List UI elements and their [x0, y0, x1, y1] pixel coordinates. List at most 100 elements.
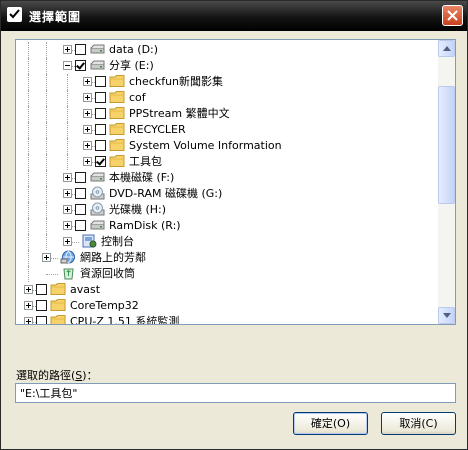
tree-item-label: 本機磁碟 (F:) [109, 171, 175, 184]
expand-toggle[interactable] [63, 173, 72, 182]
folder-icon [109, 154, 127, 170]
expand-toggle[interactable] [83, 77, 92, 86]
tree-item[interactable]: avast [16, 282, 437, 298]
tree-item-label: 控制台 [101, 235, 134, 248]
tree-item[interactable]: 工具包 [16, 154, 437, 170]
expand-toggle[interactable] [63, 45, 72, 54]
tree-item[interactable]: 網路上的芳鄰 [16, 250, 437, 266]
tree-item[interactable]: 資源回收筒 [16, 266, 437, 282]
folder-icon [109, 90, 127, 106]
close-icon [447, 10, 458, 21]
tree-guide-line [67, 74, 68, 90]
tree-item-label: System Volume Information [129, 139, 282, 152]
item-checkbox[interactable] [75, 44, 86, 55]
tree-item[interactable]: 分享 (E:) [16, 58, 437, 74]
scrollbar-thumb[interactable] [438, 86, 455, 204]
item-checkbox[interactable] [75, 60, 86, 71]
dialog-window: 選擇範圍 data (D:) 分享 (E:) checkfun新聞影集 cof PPSt… [0, 0, 468, 450]
expand-toggle[interactable] [24, 301, 33, 310]
tree-item[interactable]: CPU-Z 1.51 系統監測 [16, 314, 437, 324]
folder-icon [50, 298, 68, 314]
item-checkbox[interactable] [95, 124, 106, 135]
tree-item[interactable]: 控制台 [16, 234, 437, 250]
item-checkbox[interactable] [95, 92, 106, 103]
recycle-bin-icon [60, 266, 78, 282]
folder-icon [109, 138, 127, 154]
expand-toggle[interactable] [63, 221, 72, 230]
tree-item[interactable]: RamDisk (R:) [16, 218, 437, 234]
item-checkbox[interactable] [36, 300, 47, 311]
tree-item[interactable]: checkfun新聞影集 [16, 74, 437, 90]
tree-item-label: RECYCLER [129, 123, 186, 136]
cancel-button[interactable]: 取消(C) [381, 412, 456, 435]
arrow-up-icon [443, 46, 451, 51]
expand-toggle[interactable] [83, 141, 92, 150]
item-checkbox[interactable] [36, 284, 47, 295]
tree-item[interactable]: System Volume Information [16, 138, 437, 154]
expand-toggle[interactable] [42, 253, 51, 262]
tree-item[interactable]: PPStream 繁體中文 [16, 106, 437, 122]
folder-icon [50, 314, 68, 324]
tree-guide-line [46, 74, 47, 90]
network-places-icon [60, 250, 78, 266]
arrow-down-icon [443, 313, 451, 318]
expand-toggle[interactable] [83, 109, 92, 118]
tree-guide-line [46, 234, 47, 250]
close-button[interactable] [442, 5, 463, 26]
tree-guide-line [28, 90, 29, 106]
title-bar[interactable]: 選擇範圍 [1, 1, 467, 31]
expand-toggle[interactable] [24, 285, 33, 294]
drive-icon [89, 170, 107, 186]
tree-item-label: DVD-RAM 磁碟機 (G:) [109, 187, 223, 200]
tree-item-label: RamDisk (R:) [109, 219, 181, 232]
item-checkbox[interactable] [95, 140, 106, 151]
tree-guide-line [28, 58, 29, 74]
tree-item-label: CPU-Z 1.51 系統監測 [70, 315, 180, 324]
expand-toggle[interactable] [83, 157, 92, 166]
ok-button[interactable]: 確定(O) [293, 412, 368, 435]
tree-guide-line [67, 122, 68, 138]
item-checkbox[interactable] [75, 188, 86, 199]
vertical-scrollbar[interactable] [438, 40, 455, 324]
selected-path-field[interactable] [15, 383, 456, 403]
cdrom-icon [89, 202, 107, 218]
collapse-toggle[interactable] [63, 61, 72, 70]
window-title: 選擇範圍 [29, 10, 82, 24]
tree-guide-line [28, 250, 29, 266]
tree-item[interactable]: 光碟機 (H:) [16, 202, 437, 218]
expand-toggle[interactable] [63, 205, 72, 214]
tree-item-label: cof [129, 91, 146, 104]
folder-tree[interactable]: data (D:) 分享 (E:) checkfun新聞影集 cof PPStream … [15, 39, 456, 325]
tree-item[interactable]: data (D:) [16, 42, 437, 58]
tree-item[interactable]: cof [16, 90, 437, 106]
tree-item[interactable]: CoreTemp32 [16, 298, 437, 314]
item-checkbox[interactable] [75, 172, 86, 183]
tree-item-label: 工具包 [129, 155, 162, 168]
tree-guide-line [46, 218, 47, 234]
item-checkbox[interactable] [95, 156, 106, 167]
expand-toggle[interactable] [83, 93, 92, 102]
item-checkbox[interactable] [95, 108, 106, 119]
control-panel-icon [81, 234, 99, 250]
expand-toggle[interactable] [63, 189, 72, 198]
scroll-up-button[interactable] [438, 40, 455, 57]
tree-guide-line [28, 74, 29, 90]
tree-item-label: data (D:) [109, 43, 159, 56]
expand-toggle[interactable] [24, 317, 33, 324]
expand-toggle[interactable] [83, 125, 92, 134]
expand-toggle[interactable] [63, 237, 72, 246]
tree-guide-line [46, 42, 47, 58]
scroll-down-button[interactable] [438, 307, 455, 324]
tree-item[interactable]: 本機磁碟 (F:) [16, 170, 437, 186]
item-checkbox[interactable] [75, 204, 86, 215]
item-checkbox[interactable] [95, 76, 106, 87]
tree-item[interactable]: DVD-RAM 磁碟機 (G:) [16, 186, 437, 202]
tree-guide-line [28, 122, 29, 138]
tree-item[interactable]: RECYCLER [16, 122, 437, 138]
tree-item-label: avast [70, 283, 101, 296]
tree-guide-line [28, 186, 29, 202]
tree-guide-line [28, 106, 29, 122]
item-checkbox[interactable] [75, 220, 86, 231]
item-checkbox[interactable] [36, 316, 47, 324]
tree-guide-line [67, 138, 68, 154]
